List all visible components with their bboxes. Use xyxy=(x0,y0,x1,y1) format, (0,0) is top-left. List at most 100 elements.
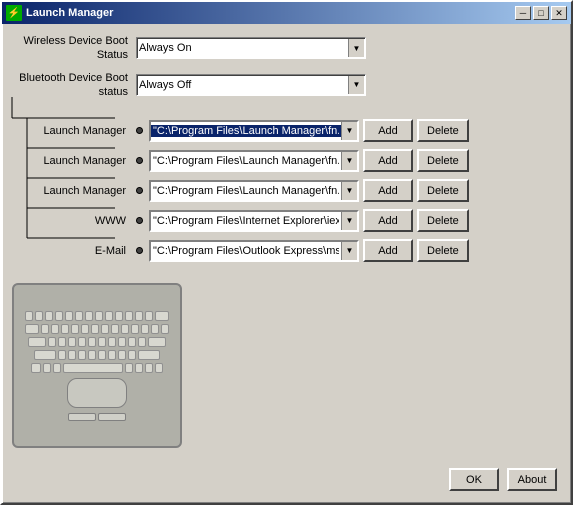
entry-controls-4: ▼ AddDelete xyxy=(149,239,557,262)
kb-key xyxy=(65,311,73,321)
title-bar: ⚡ Launch Manager ─ □ ✕ xyxy=(2,2,571,24)
kb-key xyxy=(138,337,146,347)
bluetooth-select[interactable]: Always On Always Off Last Status xyxy=(136,74,366,96)
add-button-2[interactable]: Add xyxy=(363,179,413,202)
kb-key xyxy=(75,311,83,321)
add-button-3[interactable]: Add xyxy=(363,209,413,232)
kb-key xyxy=(34,350,56,360)
kb-key xyxy=(68,350,76,360)
kb-key xyxy=(41,324,49,334)
delete-button-2[interactable]: Delete xyxy=(417,179,469,202)
kb-key xyxy=(31,363,41,373)
kb-key xyxy=(125,363,133,373)
add-button-1[interactable]: Add xyxy=(363,149,413,172)
kb-key xyxy=(155,311,169,321)
entry-row-0: Launch Manager ▼ AddDelete xyxy=(16,119,557,142)
entries-section: Launch Manager▼AddDeleteLaunch Manager▼A… xyxy=(16,119,557,262)
path-arrow-btn-4[interactable]: ▼ xyxy=(341,242,357,260)
kb-key xyxy=(78,350,86,360)
trackpad-right-btn xyxy=(98,413,126,421)
restore-button[interactable]: □ xyxy=(533,6,549,20)
app-icon: ⚡ xyxy=(6,5,22,21)
kb-row-space xyxy=(31,363,163,373)
kb-key xyxy=(108,337,116,347)
delete-button-4[interactable]: Delete xyxy=(417,239,469,262)
kb-key xyxy=(25,311,33,321)
path-input-4[interactable] xyxy=(151,245,341,257)
entry-row-3: WWW ▼ AddDelete xyxy=(16,209,557,232)
path-input-0[interactable] xyxy=(151,125,341,137)
kb-key xyxy=(81,324,89,334)
bluetooth-controls: Always On Always Off Last Status ▼ xyxy=(136,74,557,96)
add-button-0[interactable]: Add xyxy=(363,119,413,142)
kb-key xyxy=(141,324,149,334)
kb-key xyxy=(88,350,96,360)
close-button[interactable]: ✕ xyxy=(551,6,567,20)
kb-key xyxy=(105,311,113,321)
node-dot-3 xyxy=(136,217,143,224)
path-input-1[interactable] xyxy=(151,155,341,167)
trackpad xyxy=(67,378,127,408)
path-combo-1: ▼ xyxy=(149,150,359,172)
main-content: Wireless Device Boot Status Always On Al… xyxy=(2,24,571,279)
kb-key xyxy=(78,337,86,347)
kb-key xyxy=(95,311,103,321)
kb-key xyxy=(135,311,143,321)
kb-key xyxy=(131,324,139,334)
kb-key xyxy=(101,324,109,334)
kb-key xyxy=(138,350,160,360)
path-arrow-btn-1[interactable]: ▼ xyxy=(341,152,357,170)
kb-key xyxy=(111,324,119,334)
add-button-4[interactable]: Add xyxy=(363,239,413,262)
kb-key xyxy=(28,337,46,347)
kb-key xyxy=(115,311,123,321)
path-arrow-btn-2[interactable]: ▼ xyxy=(341,182,357,200)
delete-button-3[interactable]: Delete xyxy=(417,209,469,232)
kb-key xyxy=(145,311,153,321)
bluetooth-row: Bluetooth Device Boot status Always On A… xyxy=(16,71,557,100)
kb-key xyxy=(145,363,153,373)
title-buttons: ─ □ ✕ xyxy=(515,6,567,20)
entry-label-area-0: Launch Manager xyxy=(16,124,136,138)
about-button[interactable]: About xyxy=(507,468,557,491)
entry-controls-3: ▼ AddDelete xyxy=(149,209,557,232)
bottom-buttons: OK About xyxy=(449,468,557,491)
path-arrow-btn-0[interactable]: ▼ xyxy=(341,122,357,140)
path-input-2[interactable] xyxy=(151,185,341,197)
node-dot-1 xyxy=(136,157,143,164)
kb-key xyxy=(148,337,166,347)
bluetooth-dropdown-wrapper: Always On Always Off Last Status ▼ xyxy=(136,74,366,96)
entry-label-text-3: WWW xyxy=(95,214,126,228)
kb-key xyxy=(35,311,43,321)
entry-label-area-4: E-Mail xyxy=(16,244,136,258)
minimize-button[interactable]: ─ xyxy=(515,6,531,20)
kb-key xyxy=(88,337,96,347)
kb-key xyxy=(155,363,163,373)
trackpad-buttons xyxy=(68,413,126,421)
delete-button-0[interactable]: Delete xyxy=(417,119,469,142)
kb-key xyxy=(58,337,66,347)
entry-controls-0: ▼ AddDelete xyxy=(149,119,557,142)
entry-controls-1: ▼ AddDelete xyxy=(149,149,557,172)
entry-label-area-1: Launch Manager xyxy=(16,154,136,168)
path-combo-4: ▼ xyxy=(149,240,359,262)
path-input-3[interactable] xyxy=(151,215,341,227)
entry-row-4: E-Mail ▼ AddDelete xyxy=(16,239,557,262)
launch-manager-window: ⚡ Launch Manager ─ □ ✕ Wireless Device B… xyxy=(0,0,573,505)
path-arrow-btn-3[interactable]: ▼ xyxy=(341,212,357,230)
delete-button-1[interactable]: Delete xyxy=(417,149,469,172)
entry-label-area-2: Launch Manager xyxy=(16,184,136,198)
wireless-select[interactable]: Always On Always Off Last Status xyxy=(136,37,366,59)
wireless-label: Wireless Device Boot Status xyxy=(16,34,136,63)
kb-key xyxy=(91,324,99,334)
kb-key xyxy=(48,337,56,347)
kb-row-1 xyxy=(25,311,169,321)
kb-key xyxy=(151,324,159,334)
kb-key xyxy=(108,350,116,360)
kb-key xyxy=(68,337,76,347)
kb-key xyxy=(121,324,129,334)
trackpad-left-btn xyxy=(68,413,96,421)
path-combo-0: ▼ xyxy=(149,120,359,142)
wireless-dropdown-wrapper: Always On Always Off Last Status ▼ xyxy=(136,37,366,59)
ok-button[interactable]: OK xyxy=(449,468,499,491)
